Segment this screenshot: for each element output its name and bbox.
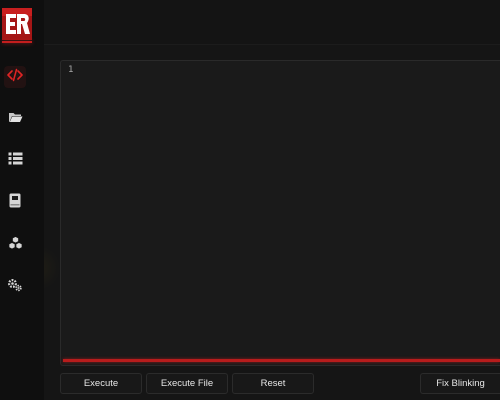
sidebar-item-docs[interactable] bbox=[4, 192, 26, 214]
app-logo bbox=[2, 8, 32, 40]
code-editor[interactable]: 1 bbox=[60, 60, 500, 366]
sidebar-item-scripts[interactable] bbox=[4, 150, 26, 172]
sidebar-item-code[interactable] bbox=[4, 66, 26, 88]
title-bar bbox=[44, 0, 500, 45]
sidebar-item-extensions[interactable] bbox=[4, 234, 26, 256]
line-number: 1 bbox=[68, 65, 74, 75]
execute-file-button[interactable]: Execute File bbox=[146, 373, 228, 394]
reset-button[interactable]: Reset bbox=[232, 373, 314, 394]
sidebar-item-files[interactable] bbox=[4, 108, 26, 130]
sidebar-item-settings[interactable] bbox=[4, 276, 26, 298]
fix-blinking-button[interactable]: Fix Blinking bbox=[420, 373, 500, 394]
execute-button[interactable]: Execute bbox=[60, 373, 142, 394]
logo-underline bbox=[2, 41, 32, 43]
list-icon bbox=[8, 152, 23, 170]
app-window: 1 Execute Execute File Reset Fix Blinkin… bbox=[0, 0, 500, 400]
gear-icon bbox=[7, 278, 23, 297]
folder-icon bbox=[8, 110, 23, 128]
cubes-icon bbox=[8, 235, 23, 255]
book-icon bbox=[9, 193, 21, 213]
code-icon bbox=[7, 68, 23, 87]
sidebar bbox=[0, 0, 44, 400]
editor-accent-bar bbox=[63, 359, 500, 362]
